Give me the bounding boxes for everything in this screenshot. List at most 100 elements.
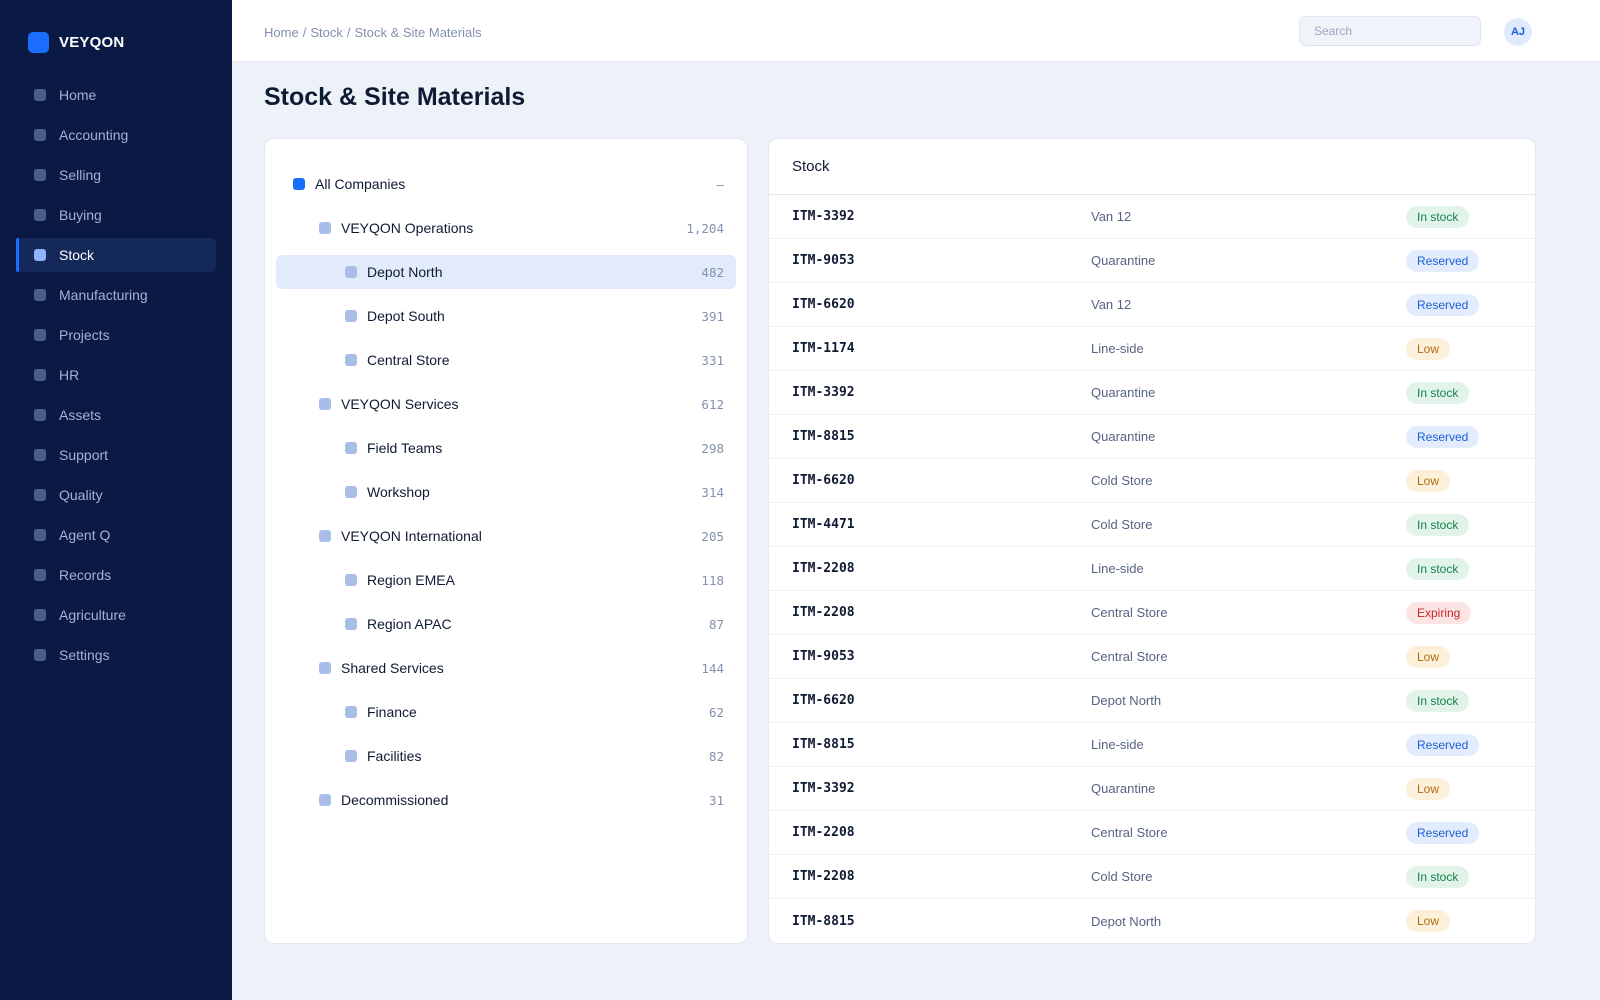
status-badge: In stock: [1406, 865, 1470, 888]
tree-node-label: Shared Services: [341, 660, 444, 676]
status-badge: Low: [1406, 337, 1451, 360]
sidebar-item-settings[interactable]: Settings: [16, 638, 216, 672]
agriculture-icon: [34, 609, 46, 621]
sidebar-item-label: Agriculture: [59, 607, 126, 623]
tree-node-depot-south[interactable]: Depot South 391: [276, 299, 736, 333]
sidebar-item-label: Settings: [59, 647, 110, 663]
sidebar-item-manufacturing[interactable]: Manufacturing: [16, 278, 216, 312]
tree-node-all-companies[interactable]: All Companies –: [276, 167, 736, 201]
avatar[interactable]: AJ: [1504, 18, 1532, 46]
table-row[interactable]: ITM-2208 Central Store Expiring: [769, 591, 1535, 635]
table-row[interactable]: ITM-8815 Quarantine Reserved: [769, 415, 1535, 459]
table-row[interactable]: ITM-2208 Cold Store In stock: [769, 855, 1535, 899]
tree-node-decommissioned[interactable]: Decommissioned 31: [276, 783, 736, 817]
folder-icon: [345, 618, 357, 630]
sidebar-item-label: Support: [59, 447, 109, 463]
sidebar-item-label: Records: [59, 567, 112, 583]
sidebar-item-quality[interactable]: Quality: [16, 478, 216, 512]
breadcrumb: Home / Stock / Stock & Site Materials: [264, 25, 482, 40]
item-location: Cold Store: [1091, 869, 1153, 884]
sidebar-item-label: Quality: [59, 487, 103, 503]
tree-node-depot-north[interactable]: Depot North 482: [276, 255, 736, 289]
table-row[interactable]: ITM-2208 Central Store Reserved: [769, 811, 1535, 855]
tree-node-count: 118: [701, 572, 724, 588]
sidebar-item-stock[interactable]: Stock: [16, 238, 216, 272]
sidebar-item-agriculture[interactable]: Agriculture: [16, 598, 216, 632]
status-badge: Reserved: [1406, 249, 1480, 272]
table-row[interactable]: ITM-2208 Line-side In stock: [769, 547, 1535, 591]
tree-node-count: 31: [708, 792, 724, 808]
table-row[interactable]: ITM-1174 Line-side Low: [769, 327, 1535, 371]
brand[interactable]: VEYQON: [0, 30, 232, 54]
sidebar-item-support[interactable]: Support: [16, 438, 216, 472]
tree-node-label: Decommissioned: [341, 792, 449, 808]
breadcrumb-item[interactable]: Stock: [310, 25, 343, 40]
sidebar-item-records[interactable]: Records: [16, 558, 216, 592]
sidebar-item-accounting[interactable]: Accounting: [16, 118, 216, 152]
table-row[interactable]: ITM-8815 Depot North Low: [769, 899, 1535, 943]
tree-node-label: Central Store: [367, 352, 450, 368]
sidebar-item-buying[interactable]: Buying: [16, 198, 216, 232]
table-row[interactable]: ITM-8815 Line-side Reserved: [769, 723, 1535, 767]
status-badge: In stock: [1406, 689, 1470, 712]
tree-node-label: Workshop: [367, 484, 430, 500]
item-location: Quarantine: [1091, 429, 1156, 444]
tree-node-shared-services[interactable]: Shared Services 144: [276, 651, 736, 685]
sidebar-item-hr[interactable]: HR: [16, 358, 216, 392]
status-badge: Low: [1406, 645, 1451, 668]
item-code: ITM-2208: [792, 869, 855, 884]
item-location: Central Store: [1091, 605, 1168, 620]
table-row[interactable]: ITM-4471 Cold Store In stock: [769, 503, 1535, 547]
tree-node-central-store[interactable]: Central Store 331: [276, 343, 736, 377]
sidebar-item-home[interactable]: Home: [16, 78, 216, 112]
folder-icon: [345, 706, 357, 718]
table-row[interactable]: ITM-6620 Van 12 Reserved: [769, 283, 1535, 327]
folder-icon: [319, 398, 331, 410]
stock-panel: Stock ITM-3392 Van 12 In stock ITM-9053 Quar…: [768, 138, 1536, 944]
item-location: Quarantine: [1091, 253, 1156, 268]
item-location: Quarantine: [1091, 385, 1156, 400]
tree-node-finance[interactable]: Finance 62: [276, 695, 736, 729]
status-badge: In stock: [1406, 381, 1470, 404]
table-row[interactable]: ITM-3392 Van 12 In stock: [769, 195, 1535, 239]
tree-node-veyqon-international[interactable]: VEYQON International 205: [276, 519, 736, 553]
item-code: ITM-4471: [792, 517, 855, 532]
brand-logo-icon: [28, 31, 49, 53]
sidebar-item-label: Home: [59, 87, 97, 103]
sidebar-item-projects[interactable]: Projects: [16, 318, 216, 352]
tree-node-count: 205: [701, 528, 724, 544]
table-row[interactable]: ITM-9053 Central Store Low: [769, 635, 1535, 679]
table-row[interactable]: ITM-9053 Quarantine Reserved: [769, 239, 1535, 283]
sidebar-item-assets[interactable]: Assets: [16, 398, 216, 432]
tree-node-field-teams[interactable]: Field Teams 298: [276, 431, 736, 465]
item-code: ITM-9053: [792, 649, 855, 664]
tree-node-label: Region EMEA: [367, 572, 455, 588]
folder-icon: [345, 310, 357, 322]
company-group-icon: [293, 178, 305, 190]
tree-node-veyqon-operations[interactable]: VEYQON Operations 1,204: [276, 211, 736, 245]
tree-node-region-emea[interactable]: Region EMEA 118: [276, 563, 736, 597]
tree-node-region-apac[interactable]: Region APAC 87: [276, 607, 736, 641]
search-input[interactable]: [1299, 16, 1481, 46]
item-location: Line-side: [1091, 737, 1144, 752]
breadcrumb-item[interactable]: Home: [264, 25, 299, 40]
status-badge: Reserved: [1406, 293, 1480, 316]
manufacturing-icon: [34, 289, 46, 301]
item-code: ITM-2208: [792, 605, 855, 620]
table-row[interactable]: ITM-6620 Depot North In stock: [769, 679, 1535, 723]
sidebar-nav: Home Accounting Selling Buying Stock Manufact…: [0, 78, 232, 672]
tree-node-label: Depot North: [367, 264, 443, 280]
table-row[interactable]: ITM-3392 Quarantine In stock: [769, 371, 1535, 415]
sidebar-item-agent-q[interactable]: Agent Q: [16, 518, 216, 552]
tree-node-facilities[interactable]: Facilities 82: [276, 739, 736, 773]
item-code: ITM-6620: [792, 693, 855, 708]
sidebar-item-selling[interactable]: Selling: [16, 158, 216, 192]
breadcrumb-separator: /: [302, 25, 307, 40]
page-title: Stock & Site Materials: [264, 83, 526, 111]
status-badge: In stock: [1406, 513, 1470, 536]
stock-panel-title: Stock: [769, 139, 1535, 195]
tree-node-workshop[interactable]: Workshop 314: [276, 475, 736, 509]
table-row[interactable]: ITM-3392 Quarantine Low: [769, 767, 1535, 811]
table-row[interactable]: ITM-6620 Cold Store Low: [769, 459, 1535, 503]
tree-node-veyqon-services[interactable]: VEYQON Services 612: [276, 387, 736, 421]
